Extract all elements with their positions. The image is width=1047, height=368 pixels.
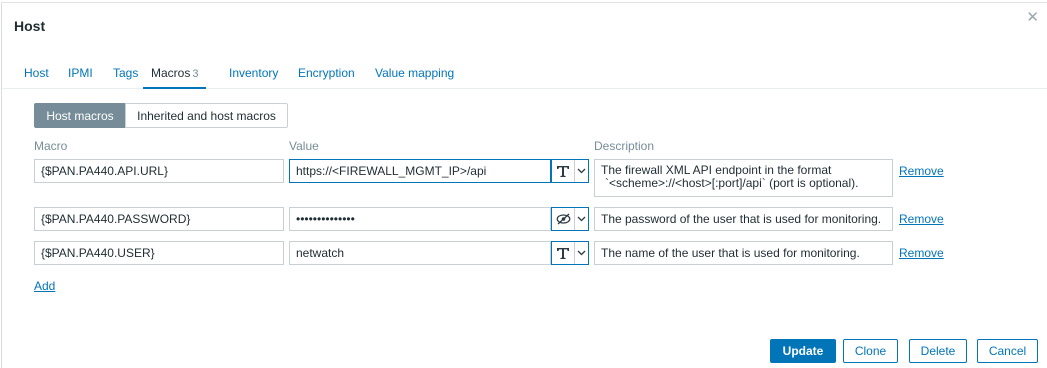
macro-name-input[interactable]: {$PAN.PA440.USER} [34, 241, 284, 265]
macro-value-input[interactable]: •••••••••••••• [289, 207, 551, 231]
tab-macros-label: Macros [151, 66, 191, 80]
text-type-icon [552, 242, 574, 264]
chevron-down-icon [574, 160, 588, 182]
clone-button[interactable]: Clone [843, 339, 898, 363]
update-button[interactable]: Update [770, 339, 836, 363]
column-value: Value [289, 139, 319, 153]
host-dialog: Host ✕ Host IPMI Tags Macros 3 Inventory … [1, 2, 1047, 368]
tab-bar: Host IPMI Tags Macros 3 Inventory Encrypt… [2, 61, 1047, 89]
tab-macros[interactable]: Macros 3 [143, 66, 207, 89]
column-description: Description [594, 139, 655, 153]
remove-link[interactable]: Remove [899, 164, 944, 178]
column-macro: Macro [34, 139, 68, 153]
chevron-down-icon [574, 242, 588, 264]
value-type-button[interactable] [551, 241, 589, 265]
cancel-button[interactable]: Cancel [977, 339, 1038, 363]
description-line: `<scheme>://<host>[:port]/api` (port is … [605, 176, 859, 190]
macro-name-input[interactable]: {$PAN.PA440.API.URL} [34, 159, 284, 183]
macro-description-input[interactable]: The name of the user that is used for mo… [594, 241, 893, 265]
tab-host[interactable]: Host [24, 66, 49, 80]
tab-ipmi[interactable]: IPMI [68, 66, 93, 80]
close-icon[interactable]: ✕ [1026, 10, 1039, 25]
host-macros-toggle[interactable]: Host macros [34, 103, 126, 128]
macro-value-input[interactable]: https://<FIREWALL_MGMT_IP>/api [289, 159, 551, 183]
text-type-icon [552, 160, 574, 182]
macro-name-input[interactable]: {$PAN.PA440.PASSWORD} [34, 207, 284, 231]
tab-inventory[interactable]: Inventory [229, 66, 278, 80]
add-macro-link[interactable]: Add [34, 279, 55, 293]
tab-encryption[interactable]: Encryption [298, 66, 355, 80]
tab-macros-count: 3 [192, 68, 199, 80]
secret-eye-slash-icon [552, 208, 574, 230]
tab-tags[interactable]: Tags [113, 66, 138, 80]
dialog-title: Host [14, 18, 46, 34]
inherited-macros-toggle[interactable]: Inherited and host macros [125, 103, 288, 128]
tab-value-mapping[interactable]: Value mapping [375, 66, 454, 80]
value-type-button[interactable] [551, 207, 589, 231]
chevron-down-icon [574, 208, 588, 230]
macro-description-input[interactable]: The password of the user that is used fo… [594, 207, 893, 231]
value-type-button[interactable] [551, 159, 589, 183]
remove-link[interactable]: Remove [899, 212, 944, 226]
delete-button[interactable]: Delete [909, 339, 967, 363]
remove-link[interactable]: Remove [899, 246, 944, 260]
macro-value-input[interactable]: netwatch [289, 241, 551, 265]
macro-description-input[interactable]: The firewall XML API endpoint in the for… [594, 159, 893, 197]
